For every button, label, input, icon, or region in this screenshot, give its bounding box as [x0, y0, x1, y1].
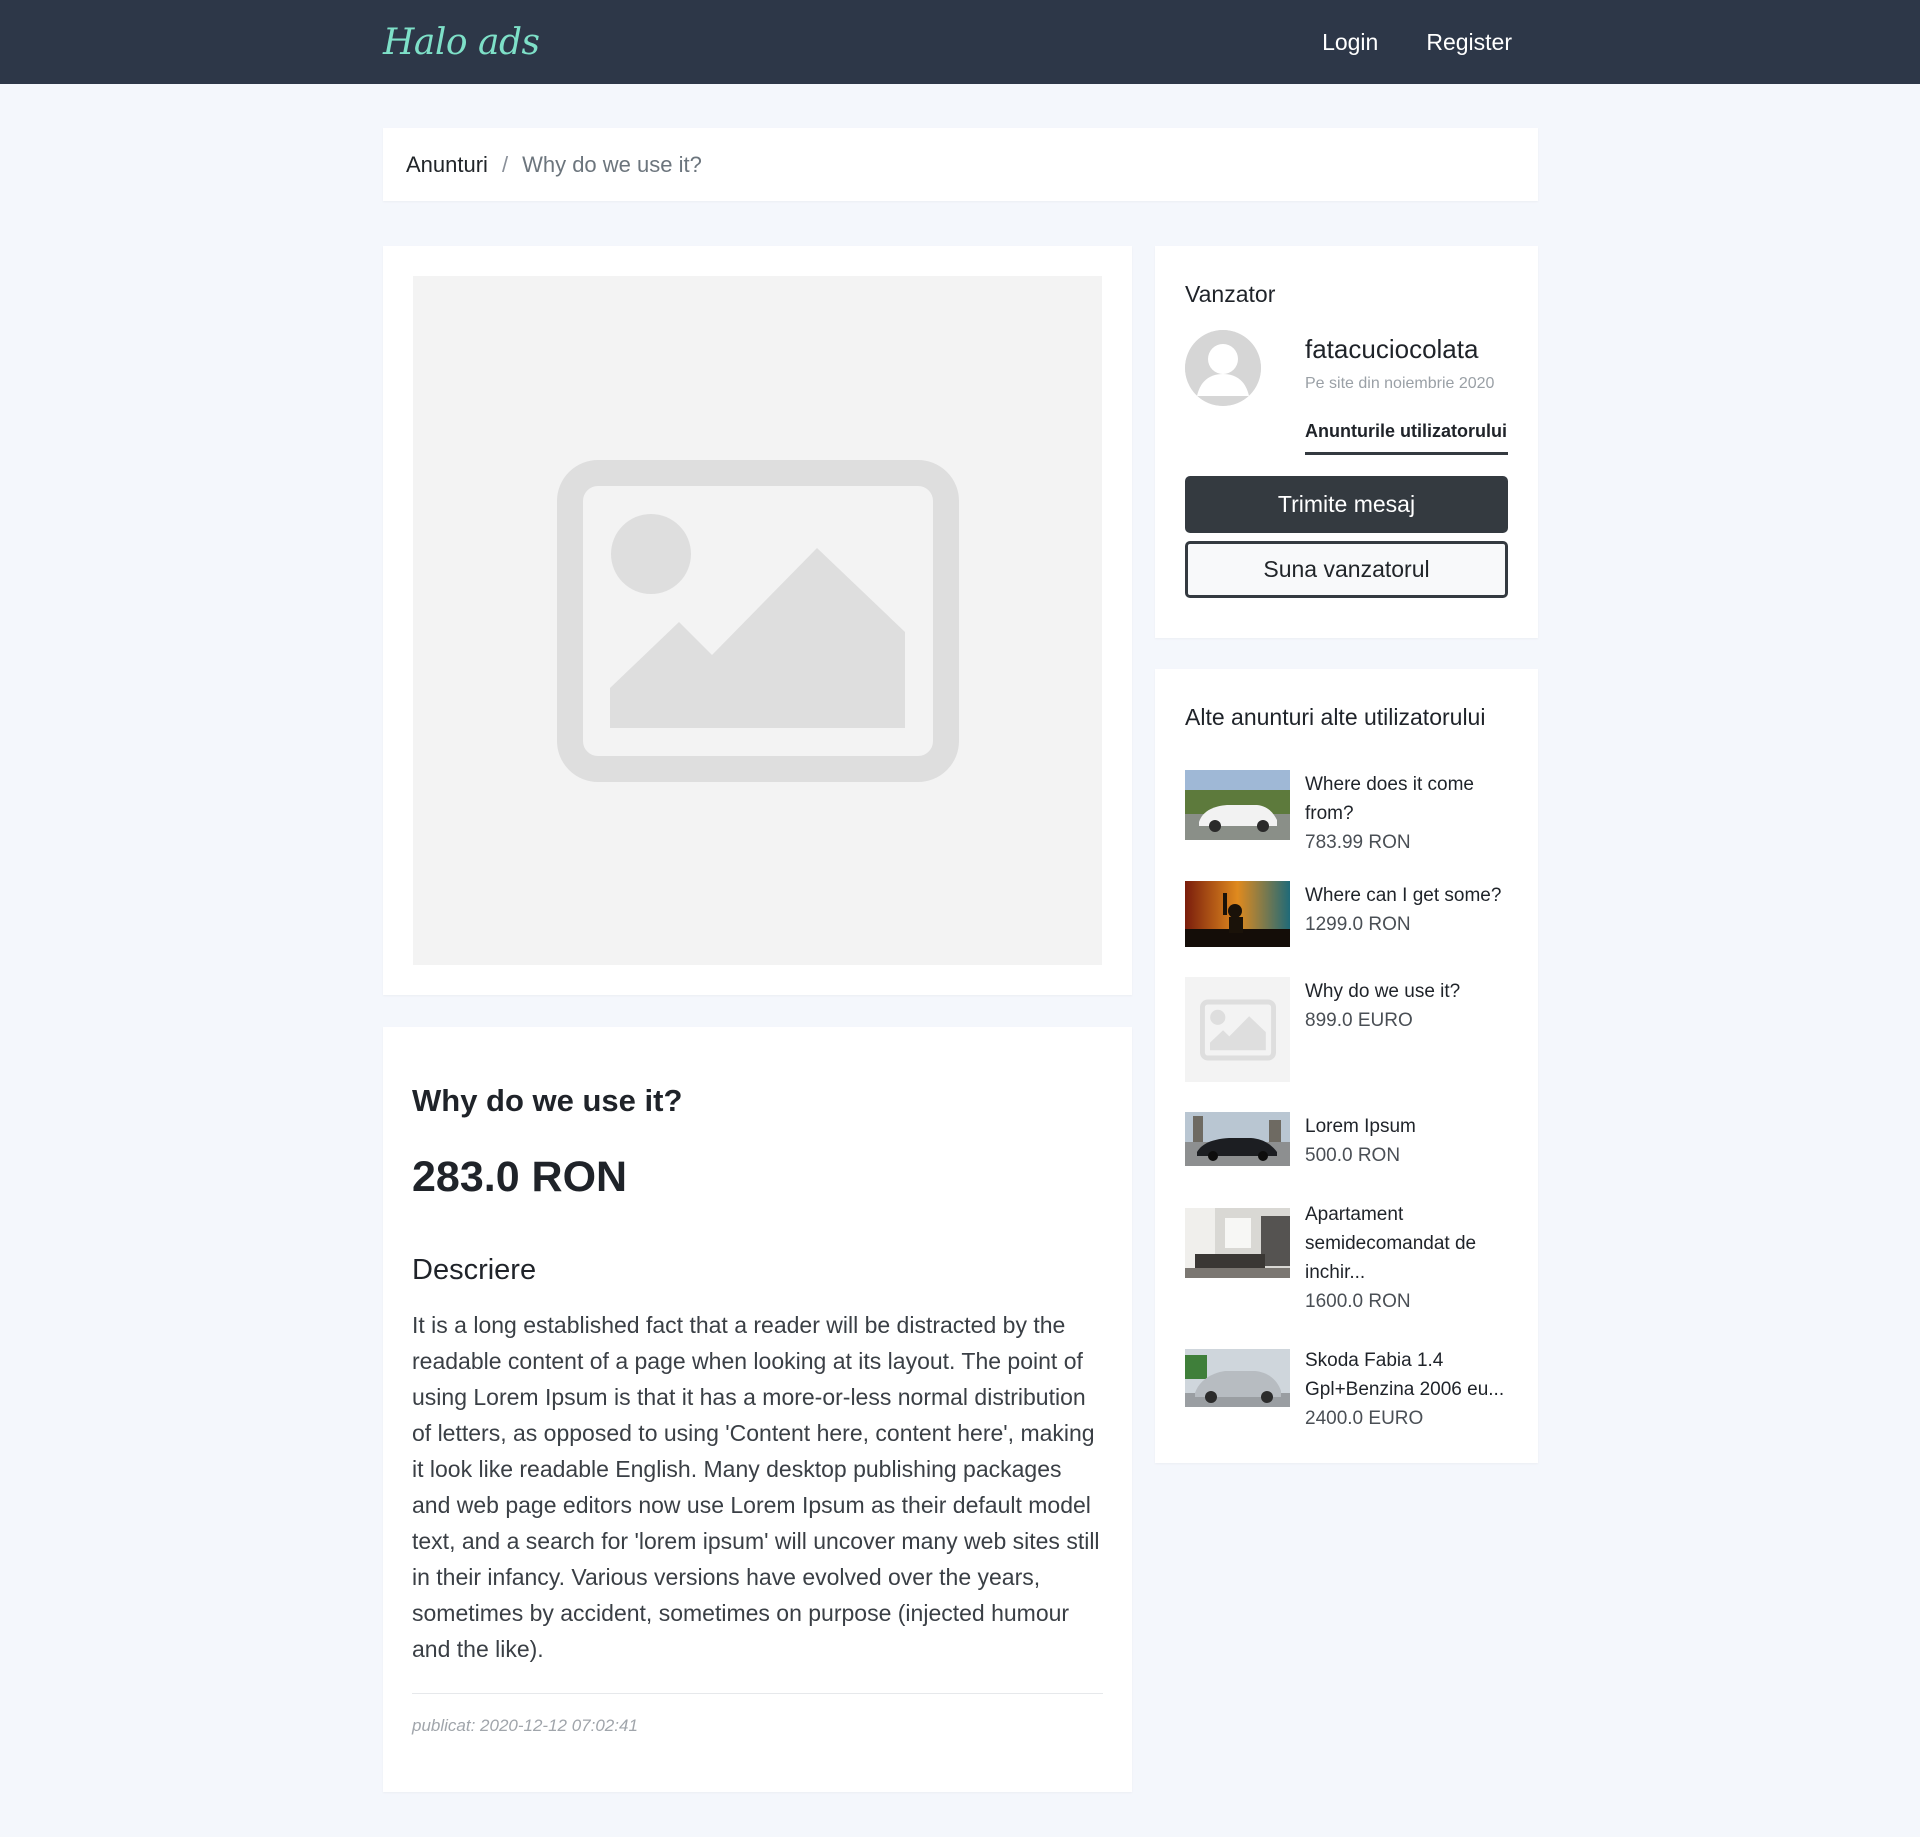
- send-message-button[interactable]: Trimite mesaj: [1185, 476, 1508, 533]
- other-ad-price: 500.0 RON: [1305, 1145, 1401, 1166]
- silver-car-thumbnail: [1185, 1349, 1290, 1407]
- other-ad-item[interactable]: Where can I get some? 1299.0 RON: [1185, 881, 1510, 947]
- seller-info: fatacuciocolata Pe site din noiembrie 20…: [1305, 330, 1508, 455]
- other-ad-item[interactable]: Why do we use it? 899.0 EURO: [1185, 977, 1510, 1082]
- ad-title: Why do we use it?: [412, 1083, 683, 1118]
- other-ad-price: 1600.0 RON: [1305, 1291, 1411, 1312]
- ad-details-card: Why do we use it? 283.0 RON Descriere It…: [383, 1027, 1132, 1792]
- seller-ads-link[interactable]: Anunturile utilizatorului: [1305, 421, 1508, 455]
- image-placeholder-icon: [556, 459, 959, 782]
- other-ad-text: Where does it come from? 783.99 RON: [1305, 770, 1510, 857]
- ad-image[interactable]: [413, 276, 1102, 965]
- other-ad-price: 783.99 RON: [1305, 832, 1411, 853]
- breadcrumb-current: Why do we use it?: [522, 151, 702, 177]
- register-link[interactable]: Register: [1426, 29, 1512, 56]
- published-date: publicat: 2020-12-12 07:02:41: [412, 1716, 638, 1735]
- seller-since: Pe site din noiembrie 2020: [1305, 375, 1495, 392]
- apartment-thumbnail: [1185, 1208, 1290, 1278]
- breadcrumb-separator: /: [501, 151, 509, 177]
- other-ad-text: Apartament semidecomandat de inchir... 1…: [1305, 1200, 1510, 1316]
- description-text: It is a long established fact that a rea…: [412, 1312, 1100, 1662]
- other-ad-price: 2400.0 EURO: [1305, 1408, 1424, 1429]
- dark-car-thumbnail: [1185, 1112, 1290, 1166]
- brand-logo-link[interactable]: Halo ads: [383, 22, 540, 63]
- seller-row: fatacuciocolata Pe site din noiembrie 20…: [1185, 330, 1508, 455]
- call-seller-button[interactable]: Suna vanzatorul: [1185, 541, 1508, 598]
- breadcrumb-root-link[interactable]: Anunturi: [406, 152, 488, 178]
- image-placeholder-icon: [1185, 977, 1290, 1082]
- other-ad-item[interactable]: Apartament semidecomandat de inchir... 1…: [1185, 1200, 1510, 1316]
- other-ad-item[interactable]: Lorem Ipsum 500.0 RON: [1185, 1112, 1510, 1170]
- other-ad-title: Skoda Fabia 1.4 Gpl+Benzina 2006 eu...: [1305, 1350, 1505, 1400]
- navbar-inner: Halo ads Login Register: [383, 0, 1537, 84]
- top-navbar: Halo ads Login Register: [0, 0, 1920, 84]
- other-ad-title: Apartament semidecomandat de inchir...: [1305, 1204, 1477, 1283]
- seller-heading: Vanzator: [1185, 281, 1276, 307]
- seller-name: fatacuciocolata: [1305, 334, 1479, 364]
- other-ads-heading: Alte anunturi alte utilizatorului: [1185, 704, 1486, 730]
- other-ads-card: Alte anunturi alte utilizatorului Where …: [1155, 669, 1538, 1463]
- other-ad-title: Lorem Ipsum: [1305, 1116, 1416, 1137]
- breadcrumb: Anunturi / Why do we use it?: [383, 128, 1538, 201]
- seller-card: Vanzator fatacuciocolata Pe site din noi…: [1155, 246, 1538, 638]
- other-ad-item[interactable]: Skoda Fabia 1.4 Gpl+Benzina 2006 eu... 2…: [1185, 1346, 1510, 1433]
- divider: [412, 1693, 1103, 1694]
- ad-price: 283.0 RON: [412, 1153, 628, 1201]
- other-ad-text: Where can I get some? 1299.0 RON: [1305, 881, 1510, 947]
- other-ad-text: Skoda Fabia 1.4 Gpl+Benzina 2006 eu... 2…: [1305, 1346, 1510, 1433]
- other-ad-text: Lorem Ipsum 500.0 RON: [1305, 1112, 1510, 1170]
- login-link[interactable]: Login: [1322, 29, 1378, 56]
- other-ad-title: Why do we use it?: [1305, 981, 1461, 1002]
- white-car-thumbnail: [1185, 770, 1290, 840]
- other-ad-text: Why do we use it? 899.0 EURO: [1305, 977, 1510, 1082]
- user-avatar-icon: [1185, 330, 1261, 406]
- concert-thumbnail: [1185, 881, 1290, 947]
- other-ad-item[interactable]: Where does it come from? 783.99 RON: [1185, 770, 1510, 857]
- other-ad-title: Where does it come from?: [1305, 774, 1474, 824]
- other-ad-price: 1299.0 RON: [1305, 914, 1411, 935]
- description-heading: Descriere: [412, 1254, 537, 1286]
- nav-links: Login Register: [1322, 29, 1512, 56]
- other-ad-title: Where can I get some?: [1305, 885, 1502, 906]
- ad-image-card: [383, 246, 1132, 995]
- other-ad-price: 899.0 EURO: [1305, 1010, 1413, 1031]
